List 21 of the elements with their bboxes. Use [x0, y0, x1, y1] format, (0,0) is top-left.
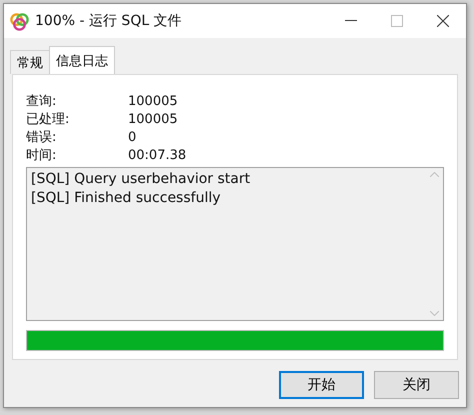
- log-line: [SQL] Query userbehavior start: [31, 170, 252, 189]
- close-icon[interactable]: [437, 15, 449, 27]
- maximize-icon[interactable]: [391, 15, 403, 27]
- start-button[interactable]: 开始: [279, 371, 364, 399]
- app-logo-icon: [10, 12, 29, 30]
- stat-value: 100005: [128, 93, 179, 111]
- stat-value: 100005: [128, 111, 179, 129]
- window-title: 100% - 运行 SQL 文件: [35, 12, 183, 30]
- stat-label: 已处理:: [26, 111, 70, 129]
- log-line: [SQL] Finished successfully: [31, 189, 222, 208]
- stat-value: 00:07.38: [128, 147, 188, 165]
- tab[interactable]: 常规: [10, 50, 50, 74]
- stat-label: 查询:: [26, 93, 58, 111]
- minimize-icon[interactable]: [345, 20, 357, 22]
- scroll-up-icon[interactable]: [430, 172, 439, 177]
- close-dialog-button[interactable]: 关闭: [374, 371, 459, 399]
- stat-label: 时间:: [26, 147, 58, 165]
- stat-label: 错误:: [26, 129, 58, 147]
- tab[interactable]: 信息日志: [49, 46, 115, 74]
- scroll-down-icon[interactable]: [430, 311, 439, 316]
- stat-value: 0: [128, 129, 138, 147]
